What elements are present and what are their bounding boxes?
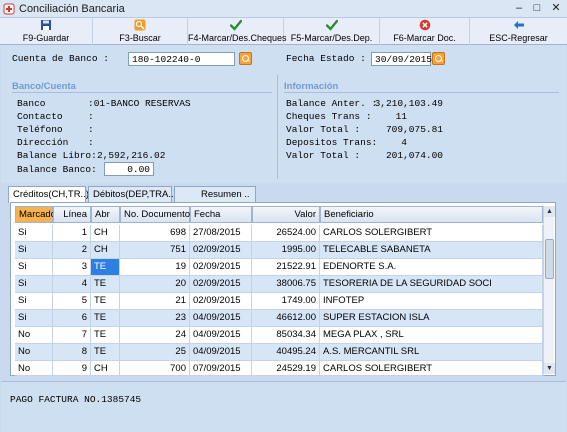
fecha-label: Fecha Estado : xyxy=(286,53,366,64)
maximize-button[interactable]: □ xyxy=(530,2,544,15)
mark-deposits-button[interactable]: F5-Marcar/Des.Dep. xyxy=(284,18,380,45)
section-separator xyxy=(277,75,278,179)
date-input[interactable]: 30/09/2015 xyxy=(371,52,432,66)
col-fecha[interactable]: Fecha xyxy=(190,206,252,223)
cheques-trans-value: 11 xyxy=(395,111,407,122)
search-label: F3-Buscar xyxy=(119,33,161,43)
depositos-trans-value: 4 xyxy=(401,137,407,148)
title-bar: Conciliación Bancaria – □ ✕ xyxy=(0,0,567,18)
save-label: F9-Guardar xyxy=(22,33,70,43)
cheques-trans-label: Cheques Trans : xyxy=(286,111,372,122)
cheques-total-label: Valor Total : xyxy=(286,124,361,135)
selected-note: PAGO FACTURA NO.1385745 xyxy=(10,394,142,405)
telefono-value: : xyxy=(88,124,94,135)
tab-debitos[interactable]: Débitos(DEP,TRA..) xyxy=(88,186,177,202)
app-icon xyxy=(3,3,15,15)
balance-anterior-value: 3,210,103.49 xyxy=(374,98,443,109)
banco-section-title: Banco/Cuenta xyxy=(12,81,76,92)
minimize-button[interactable]: – xyxy=(512,2,526,15)
direccion-value: : xyxy=(88,137,94,148)
date-picker-icon[interactable] xyxy=(432,52,445,65)
back-label: ESC-Regresar xyxy=(489,33,548,43)
check-icon xyxy=(229,19,242,31)
check-icon xyxy=(325,19,338,31)
balance-banco-input[interactable]: 0.00 xyxy=(104,162,154,176)
col-marcado[interactable]: Marcado xyxy=(15,206,56,223)
banco-section-divider xyxy=(12,92,272,93)
mark-checks-button[interactable]: F4-Marcar/Des.Cheques xyxy=(188,18,287,45)
table-row[interactable]: No 8 TE 25 04/09/2015 40495.24 A.S. MERC… xyxy=(15,344,543,361)
table-row[interactable]: Si 6 TE 23 04/09/2015 46612.00 SUPER EST… xyxy=(15,310,543,327)
mark-doc-label: F6-Marcar Doc. xyxy=(393,33,456,43)
toolbar: F9-Guardar F3-Buscar F4-Marcar/Des.Chequ… xyxy=(0,18,567,45)
selected-cell[interactable]: TE xyxy=(91,259,120,276)
scrollbar-thumb[interactable] xyxy=(545,239,554,279)
table-row[interactable]: Si 5 TE 21 02/09/2015 1749.00 INFOTEP xyxy=(15,293,543,310)
depositos-total-label: Valor Total : xyxy=(286,150,361,161)
table-row[interactable]: Si 4 TE 20 02/09/2015 38006.75 TESORERIA… xyxy=(15,276,543,293)
balance-libro-value: 2,592,216.02 xyxy=(97,150,166,161)
banco-label: Banco xyxy=(17,98,46,109)
credits-grid: Marcado Línea Abr No. Documento Fecha Va… xyxy=(10,202,556,376)
col-linea[interactable]: Línea xyxy=(53,206,91,223)
scroll-up-icon[interactable]: ▲ xyxy=(544,206,555,217)
mark-doc-button[interactable]: F6-Marcar Doc. xyxy=(380,18,470,45)
banco-value: :01-BANCO RESERVAS xyxy=(88,98,191,109)
balance-banco-label: Balance Banco: xyxy=(17,164,97,175)
save-icon xyxy=(41,20,51,30)
col-beneficiario[interactable]: Beneficiario xyxy=(320,206,543,223)
contacto-value: : xyxy=(88,111,94,122)
account-lookup-icon[interactable] xyxy=(239,52,252,65)
detail-panel: PAGO FACTURA NO.1385745 xyxy=(1,381,566,432)
tab-strip: Créditos(CH,TR..) Débitos(DEP,TRA..) Res… xyxy=(0,186,567,203)
info-section-divider xyxy=(284,92,559,93)
close-button[interactable]: ✕ xyxy=(549,2,563,15)
depositos-total-value: 201,074.00 xyxy=(385,150,443,161)
header-form: Cuenta de Banco : 180-102240-0 Fecha Est… xyxy=(1,45,566,183)
col-valor[interactable]: Valor xyxy=(252,206,320,223)
contacto-label: Contacto xyxy=(17,111,63,122)
table-row[interactable]: No 7 TE 24 04/09/2015 85034.34 MEGA PLAX… xyxy=(15,327,543,344)
table-row[interactable]: Si 1 CH 698 27/08/2015 26524.00 CARLOS S… xyxy=(15,225,543,242)
save-button[interactable]: F9-Guardar xyxy=(0,18,93,45)
table-row-selected[interactable]: Si 3 TE 19 02/09/2015 21522.91 EDENORTE … xyxy=(15,259,543,276)
cuenta-label: Cuenta de Banco : xyxy=(12,53,109,64)
table-row[interactable]: Si 2 CH 751 02/09/2015 1995.00 TELECABLE… xyxy=(15,242,543,259)
telefono-label: Teléfono xyxy=(17,124,63,135)
tab-resumen[interactable]: Resumen .. xyxy=(174,186,256,202)
mark-deposits-label: F5-Marcar/Des.Dep. xyxy=(290,33,373,43)
search-button[interactable]: F3-Buscar xyxy=(93,18,188,45)
cancel-icon xyxy=(419,19,430,31)
mark-checks-label: F4-Marcar/Des.Cheques xyxy=(188,33,287,43)
back-icon xyxy=(513,21,524,29)
scroll-down-icon[interactable]: ▼ xyxy=(544,363,555,374)
direccion-label: Dirección xyxy=(17,137,69,148)
back-button[interactable]: ESC-Regresar xyxy=(470,18,567,45)
col-documento[interactable]: No. Documento xyxy=(120,206,190,223)
cheques-total-value: 709,075.81 xyxy=(385,124,443,135)
window-title: Conciliación Bancaria xyxy=(19,3,125,15)
info-section-title: Información xyxy=(284,81,339,92)
table-row[interactable]: No 9 CH 700 07/09/2015 24529.19 CARLOS S… xyxy=(15,361,543,376)
tab-creditos[interactable]: Créditos(CH,TR..) xyxy=(8,186,89,203)
balance-libro-label: Balance Libro: xyxy=(17,150,97,161)
search-icon xyxy=(134,19,146,31)
grid-scrollbar[interactable]: ▲ ▼ xyxy=(543,206,555,374)
col-abr[interactable]: Abr xyxy=(91,206,120,223)
grid-header: Marcado Línea Abr No. Documento Fecha Va… xyxy=(15,206,543,223)
account-input[interactable]: 180-102240-0 xyxy=(128,52,235,66)
